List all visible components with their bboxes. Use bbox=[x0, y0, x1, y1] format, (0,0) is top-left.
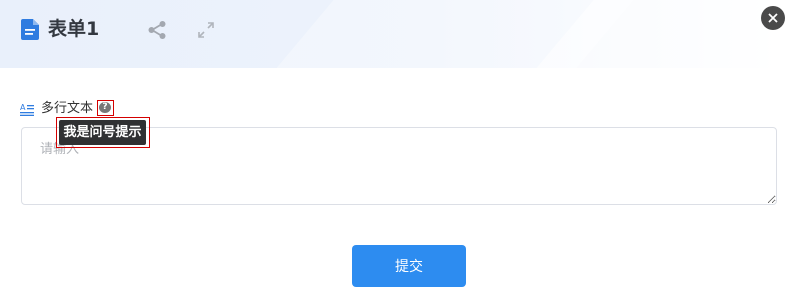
svg-text:A: A bbox=[20, 103, 26, 112]
form-dialog: 表单1 A 多行文本 ? 请输入 我是问号提示 提交 bbox=[0, 0, 793, 297]
field-label: 多行文本 bbox=[41, 101, 94, 116]
close-icon bbox=[768, 13, 778, 23]
document-icon bbox=[21, 19, 39, 40]
question-mark-icon[interactable]: ? bbox=[99, 102, 111, 113]
help-highlight: ? bbox=[97, 100, 114, 116]
share-icon[interactable] bbox=[147, 20, 167, 40]
multiline-text-icon: A bbox=[20, 101, 34, 116]
submit-button[interactable]: 提交 bbox=[352, 245, 466, 287]
expand-icon[interactable] bbox=[196, 20, 216, 40]
close-button[interactable] bbox=[761, 6, 785, 30]
help-tooltip: 我是问号提示 bbox=[59, 120, 146, 145]
form-title: 表单1 bbox=[48, 18, 100, 40]
dialog-header: 表单1 bbox=[0, 0, 793, 68]
